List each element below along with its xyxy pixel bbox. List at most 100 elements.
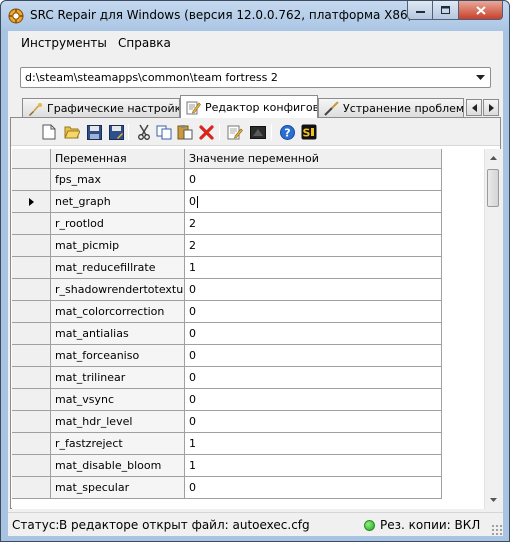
svg-text:?: ? (284, 126, 290, 139)
cut-button[interactable] (135, 123, 153, 141)
help-button[interactable]: ? (278, 123, 296, 141)
variable-value: 0 (189, 349, 196, 362)
row-header[interactable] (12, 367, 51, 389)
row-header[interactable] (12, 411, 51, 433)
row-header[interactable] (12, 323, 51, 345)
variable-value-cell[interactable]: 0 (185, 301, 442, 323)
save-as-button[interactable] (107, 123, 125, 141)
game-path-select[interactable]: d:\steam\steamapps\common\team fortress … (20, 67, 491, 88)
scroll-down-icon (489, 497, 497, 502)
variable-name-cell[interactable]: r_fastzreject (51, 433, 185, 455)
variable-value-cell[interactable]: 2 (185, 235, 442, 257)
variable-value-cell[interactable]: 0 (185, 389, 442, 411)
steam-store-button[interactable]: S (300, 123, 318, 141)
vertical-scrollbar[interactable] (484, 149, 501, 509)
row-header[interactable] (12, 301, 51, 323)
backup-status-label[interactable]: Рез. копии: ВКЛ (380, 518, 480, 532)
variable-name-cell[interactable]: r_shadowrendertotexture (51, 279, 185, 301)
chevron-right-icon (488, 103, 494, 112)
text-caret (197, 195, 198, 208)
row-header[interactable] (12, 389, 51, 411)
scrollbar-thumb[interactable] (487, 169, 499, 207)
row-header[interactable] (12, 345, 51, 367)
tab-config-editor[interactable]: Редактор конфигов (180, 95, 318, 118)
variable-value-cell[interactable]: 0 (185, 191, 442, 213)
column-header-value[interactable]: Значение переменной (185, 149, 442, 169)
delete-row-button[interactable] (197, 123, 215, 141)
variable-name: r_rootlod (55, 217, 104, 230)
variable-name-cell[interactable]: mat_colorcorrection (51, 301, 185, 323)
variable-name-cell[interactable]: mat_hdr_level (51, 411, 185, 433)
menu-help[interactable]: Справка (118, 36, 171, 50)
variable-value-cell[interactable]: 0 (185, 411, 442, 433)
variable-value: 0 (189, 327, 196, 340)
variable-name-cell[interactable]: mat_picmip (51, 235, 185, 257)
save-icon (86, 124, 102, 140)
variable-value-cell[interactable]: 0 (185, 323, 442, 345)
variable-name-cell[interactable]: mat_disable_bloom (51, 455, 185, 477)
scroll-up-button[interactable] (485, 149, 501, 166)
maximize-button[interactable] (433, 1, 459, 20)
variable-value-cell[interactable]: 0 (185, 345, 442, 367)
variable-name: mat_hdr_level (55, 415, 133, 428)
variable-value-cell[interactable]: 1 (185, 433, 442, 455)
maximize-icon (441, 6, 450, 14)
copy-button[interactable] (155, 123, 173, 141)
row-header[interactable] (12, 257, 51, 279)
variable-name: mat_vsync (55, 393, 115, 406)
window-title: SRC Repair для Windows (версия 12.0.0.76… (30, 8, 413, 22)
config-grid[interactable]: Переменная Значение переменной fps_max 0 n… (12, 149, 484, 509)
minimize-button[interactable] (407, 1, 433, 20)
variable-value-cell[interactable]: 1 (185, 455, 442, 477)
variable-name-cell[interactable]: fps_max (51, 169, 185, 191)
variable-value: 0 (189, 195, 196, 208)
variable-value: 1 (189, 459, 196, 472)
variable-value: 0 (189, 415, 196, 428)
variable-value: 0 (189, 393, 196, 406)
row-header[interactable] (12, 279, 51, 301)
variable-value: 1 (189, 437, 196, 450)
variable-value: 0 (189, 173, 196, 186)
row-header[interactable] (12, 455, 51, 477)
resize-grip-icon[interactable] (491, 524, 502, 535)
variable-name-cell[interactable]: r_rootlod (51, 213, 185, 235)
variable-value-cell[interactable]: 0 (185, 279, 442, 301)
variable-name-cell[interactable]: mat_antialias (51, 323, 185, 345)
variable-name-cell[interactable]: mat_vsync (51, 389, 185, 411)
tab-graphics-settings[interactable]: Графические настройки (22, 98, 180, 118)
row-header[interactable] (12, 433, 51, 455)
chevron-down-icon[interactable] (473, 71, 487, 84)
save-button[interactable] (85, 123, 103, 141)
tab-troubleshooting-label: Устранение проблем и (343, 102, 464, 115)
variable-name-cell[interactable]: mat_reducefillrate (51, 257, 185, 279)
title-bar[interactable]: SRC Repair для Windows (версия 12.0.0.76… (1, 1, 509, 31)
close-button[interactable] (459, 1, 503, 20)
open-file-button[interactable] (63, 123, 81, 141)
variable-value-cell[interactable]: 2 (185, 213, 442, 235)
open-in-notepad-button[interactable] (226, 123, 244, 141)
paste-button[interactable] (176, 123, 194, 141)
row-header[interactable] (12, 235, 51, 257)
variable-value-cell[interactable]: 0 (185, 477, 442, 499)
row-header[interactable] (12, 213, 51, 235)
row-header[interactable] (12, 191, 51, 213)
row-header[interactable] (12, 169, 51, 191)
variable-name-cell[interactable]: net_graph (51, 191, 185, 213)
variable-value-cell[interactable]: 1 (185, 257, 442, 279)
scroll-down-button[interactable] (485, 491, 501, 508)
variable-name-cell[interactable]: mat_trilinear (51, 367, 185, 389)
clean-config-button[interactable] (249, 123, 267, 141)
variable-name: net_graph (55, 195, 111, 208)
variable-name: mat_colorcorrection (55, 305, 165, 318)
new-file-button[interactable] (40, 123, 58, 141)
variable-name-cell[interactable]: mat_forceaniso (51, 345, 185, 367)
tab-scroll-right-button[interactable] (483, 99, 499, 116)
variable-name-cell[interactable]: mat_specular (51, 477, 185, 499)
tab-scroll-left-button[interactable] (466, 99, 482, 116)
menu-tools[interactable]: Инструменты (21, 36, 107, 50)
row-header[interactable] (12, 477, 51, 499)
variable-value-cell[interactable]: 0 (185, 367, 442, 389)
column-header-variable[interactable]: Переменная (51, 149, 185, 169)
tab-troubleshooting[interactable]: Устранение проблем и (318, 98, 464, 118)
variable-value-cell[interactable]: 0 (185, 169, 442, 191)
